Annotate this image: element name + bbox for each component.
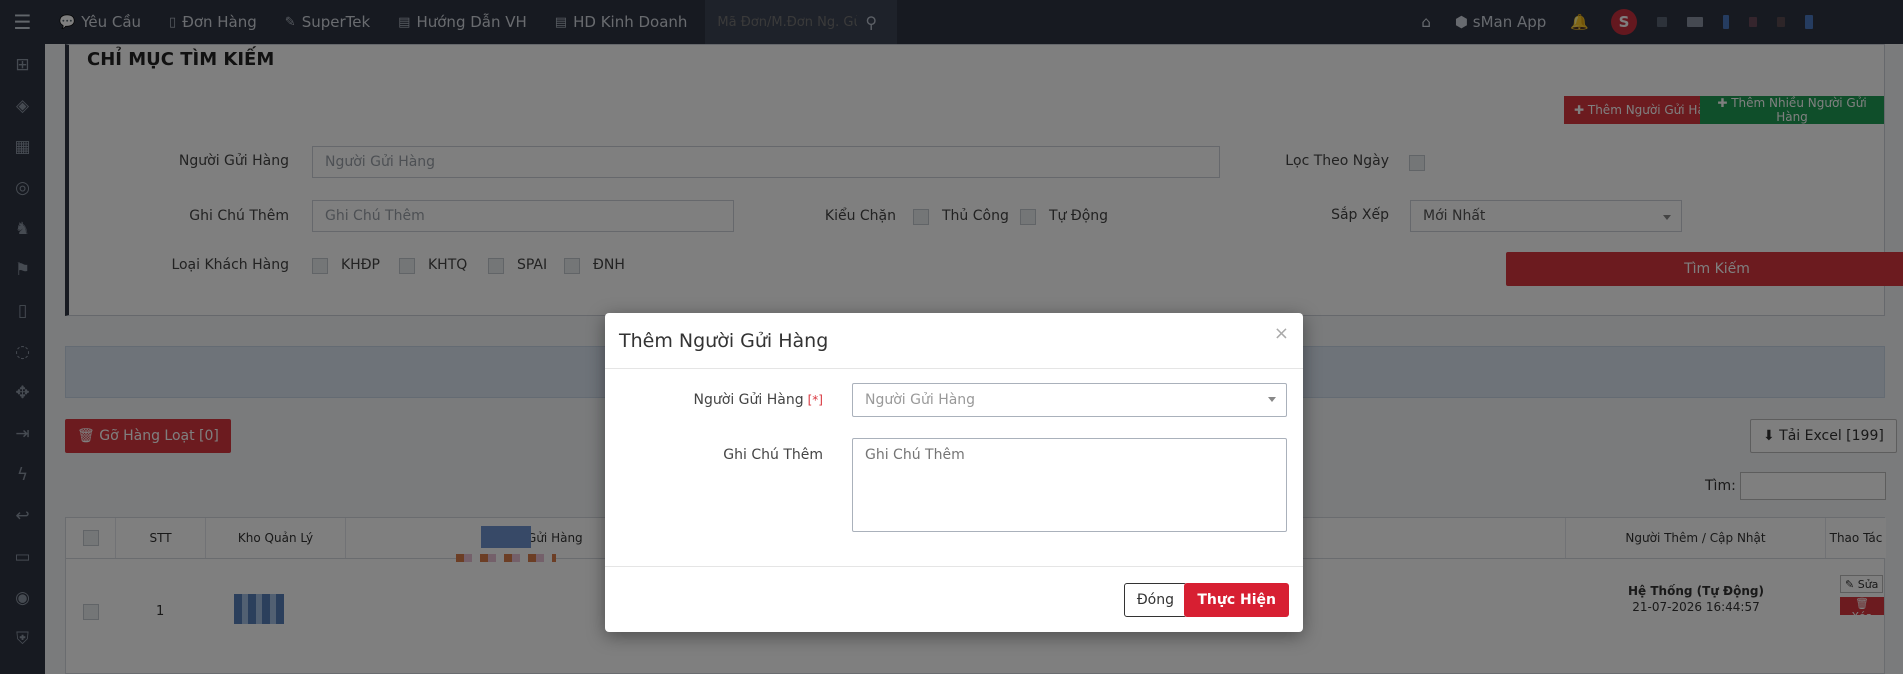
chevron-down-icon xyxy=(1268,397,1276,402)
modal-sender-label-text: Người Gửi Hàng xyxy=(693,392,804,408)
modal-header: Thêm Người Gửi Hàng xyxy=(605,313,1303,369)
modal-sender-label: Người Gửi Hàng [*] xyxy=(694,392,823,408)
modal-sender-placeholder: Người Gửi Hàng xyxy=(865,392,976,408)
modal-sender-select[interactable]: Người Gửi Hàng xyxy=(852,383,1287,417)
cancel-button[interactable]: Đóng xyxy=(1123,583,1187,617)
required-mark: [*] xyxy=(807,393,823,407)
modal-note-textarea[interactable] xyxy=(852,438,1287,532)
submit-button[interactable]: Thực Hiện xyxy=(1184,583,1289,617)
modal-title: Thêm Người Gửi Hàng xyxy=(619,329,829,352)
add-sender-modal: Thêm Người Gửi Hàng × Người Gửi Hàng [*] … xyxy=(605,313,1303,632)
close-icon[interactable]: × xyxy=(1274,323,1289,344)
modal-note-label: Ghi Chú Thêm xyxy=(723,447,823,463)
modal-footer: Đóng Thực Hiện xyxy=(605,566,1303,632)
